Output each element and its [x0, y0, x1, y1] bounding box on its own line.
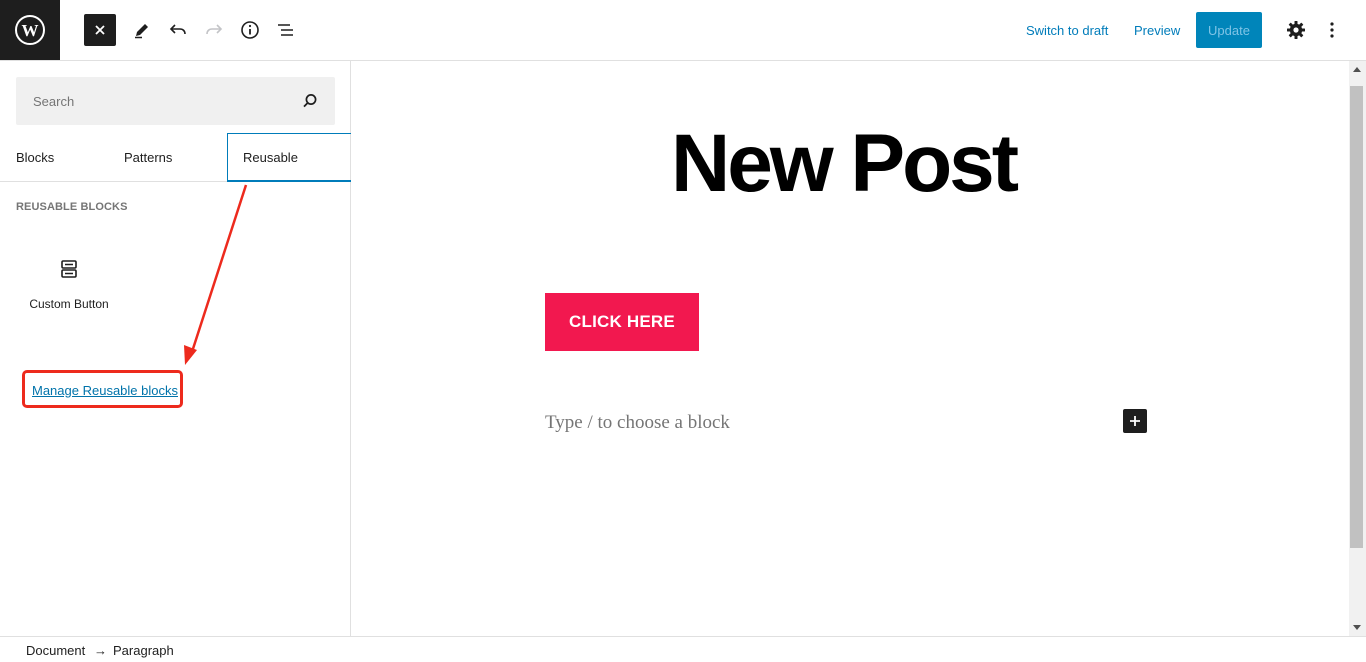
preview-button[interactable]: Preview: [1134, 23, 1180, 38]
undo-button[interactable]: [162, 14, 194, 46]
list-view-button[interactable]: [270, 14, 302, 46]
redo-button[interactable]: [198, 14, 230, 46]
plus-icon: [1130, 416, 1140, 426]
list-view-icon: [278, 24, 293, 36]
custom-cta-button-block[interactable]: CLICK HERE: [545, 293, 699, 351]
redo-icon: [206, 24, 223, 35]
post-title[interactable]: New Post: [671, 123, 1019, 205]
switch-to-draft-button[interactable]: Switch to draft: [1026, 23, 1108, 38]
wordpress-logo-button[interactable]: W: [0, 0, 60, 60]
settings-gear-icon: [1287, 21, 1305, 39]
vertical-scrollbar[interactable]: [1349, 61, 1366, 636]
block-inserter-panel: Search Blocks Patterns Reusable REUSABLE…: [0, 61, 365, 636]
close-icon: [95, 25, 105, 35]
scroll-down-arrow-icon[interactable]: [1353, 625, 1361, 630]
breadcrumb-separator: →: [94, 643, 107, 658]
editor-header: W Switch to draft Preview Update: [0, 0, 1366, 61]
wordpress-logo-icon: W: [15, 15, 45, 45]
settings-button[interactable]: [1280, 14, 1312, 46]
empty-paragraph-placeholder[interactable]: Type / to choose a block: [545, 412, 730, 434]
details-button[interactable]: [234, 14, 266, 46]
close-inserter-button[interactable]: [84, 14, 116, 46]
annotation-arrow: [184, 184, 248, 365]
breadcrumb-document[interactable]: Document: [26, 643, 85, 658]
scrollbar-thumb[interactable]: [1350, 86, 1363, 548]
editor-canvas: New Post CLICK HERE Type / to choose a b…: [351, 61, 1349, 636]
scroll-up-arrow-icon[interactable]: [1353, 67, 1361, 72]
breadcrumb-paragraph: Paragraph: [113, 643, 174, 658]
add-block-button[interactable]: [1123, 409, 1147, 433]
svg-text:W: W: [22, 21, 39, 40]
update-button[interactable]: Update: [1196, 12, 1262, 48]
tools-button[interactable]: [126, 14, 158, 46]
pencil-icon: [135, 24, 148, 39]
options-menu-button[interactable]: [1316, 14, 1348, 46]
info-icon: [241, 21, 259, 39]
undo-icon: [169, 24, 186, 35]
block-breadcrumb: Document → Paragraph: [0, 636, 1366, 662]
more-vertical-icon: [1330, 22, 1334, 38]
